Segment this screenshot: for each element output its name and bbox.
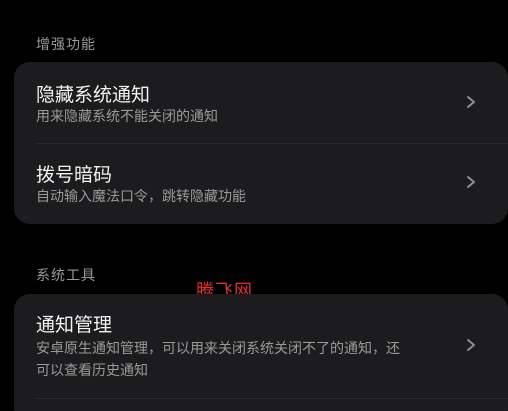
section-header-enhanced: 增强功能 (36, 37, 96, 53)
list-item-notification-management[interactable]: 通知管理 安卓原生通知管理，可以用来关闭系统关闭不了的通知，还 可以查看历史通知 (14, 294, 508, 398)
card-enhanced: 隐藏系统通知 用来隐藏系统不能关闭的通知 拨号暗码 自动输入魔法口令，跳转隐藏功… (14, 62, 508, 224)
chevron-right-icon (467, 176, 475, 188)
item-description-line-1: 安卓原生通知管理，可以用来关闭系统关闭不了的通知，还 (36, 341, 400, 357)
item-description-line-2: 可以查看历史通知 (36, 363, 148, 379)
item-description: 用来隐藏系统不能关闭的通知 (36, 109, 218, 125)
settings-page: 增强功能 隐藏系统通知 用来隐藏系统不能关闭的通知 拨号暗码 自动输入魔法口令，… (0, 0, 508, 411)
item-title: 拨号暗码 (36, 164, 113, 186)
section-header-system-tools: 系统工具 (36, 268, 96, 284)
chevron-right-icon (467, 96, 475, 108)
item-title: 通知管理 (36, 314, 113, 336)
list-item-hide-system-notifications[interactable]: 隐藏系统通知 用来隐藏系统不能关闭的通知 (14, 62, 508, 142)
item-title: 隐藏系统通知 (36, 84, 151, 106)
divider (36, 398, 508, 399)
list-item-dial-codes[interactable]: 拨号暗码 自动输入魔法口令，跳转隐藏功能 (14, 144, 508, 224)
card-system-tools: 通知管理 安卓原生通知管理，可以用来关闭系统关闭不了的通知，还 可以查看历史通知 (14, 294, 508, 411)
item-description: 自动输入魔法口令，跳转隐藏功能 (36, 189, 246, 205)
chevron-right-icon (467, 339, 475, 351)
